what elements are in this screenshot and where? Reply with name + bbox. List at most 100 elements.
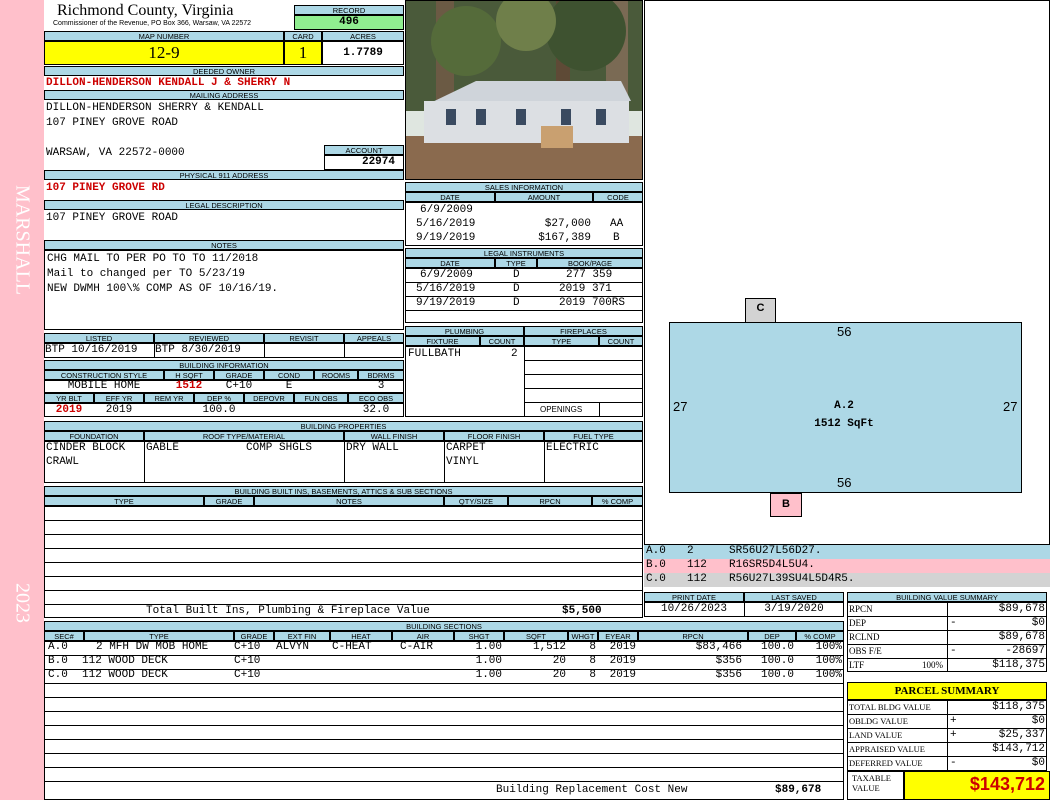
instrument-date: 9/19/2019 [416,297,476,309]
col-header: TYPE [44,496,204,506]
reviewed-header: REVIEWED [154,333,264,343]
sidebar: MARSHALL 2023 [0,0,44,800]
sale-date: 5/16/2019 [416,218,476,230]
parcel-value: $0 [1031,715,1045,727]
revisit-header: REVISIT [264,333,344,343]
parcel-value: $118,375 [992,701,1045,713]
mailing-line-3: WARSAW, VA 22572-0000 [46,147,185,159]
legend-num: 112 [687,559,707,571]
properties-header: BUILDING PROPERTIES [44,421,643,431]
dim-left: 27 [673,399,688,414]
legend-code: R16SR5D4L5U4. [729,559,815,571]
col-header: GRADE [204,496,254,506]
col-header: COUNT [480,336,524,346]
condition: E [285,380,293,392]
col-header: SEC# [44,631,84,641]
builtins-header: BUILDING BUILT INS, BASEMENTS, ATTICS & … [44,486,643,496]
instrument-book: 2019 371 [559,283,612,295]
acres-value: 1.7789 [322,41,404,65]
instrument-type: D [513,297,520,309]
summary-key: RPCN [849,604,873,614]
roof-material: COMP SHGLS [246,442,313,454]
summary-key: DEP [849,618,867,628]
instrument-date: 6/9/2009 [420,269,473,281]
col-header: COUNT [599,336,643,346]
summary-value: $89,678 [998,631,1045,643]
replacement-cost-label: Building Replacement Cost New [496,784,688,796]
col-header: FOUNDATION [44,431,144,441]
deck-c-label: C [756,302,765,314]
reviewed-value: BTP 8/30/2019 [155,344,241,356]
section-shgt: 1.00 [475,669,502,681]
col-header: AMOUNT [495,192,593,202]
taxable-value-text: $143,712 [969,774,1045,794]
parcel-key: OBLDG VALUE [849,716,908,726]
openings-label: OPENINGS [540,405,583,414]
section-comp: 100% [815,655,842,667]
section-whgt: 8 [589,655,596,667]
instrument-book: 2019 700RS [559,297,626,309]
section-dep: 100.0 [760,655,794,667]
year-built: 2019 [55,404,83,416]
deeded-owner: DILLON-HENDERSON KENDALL J & SHERRY N [46,77,291,89]
legend-row-a [644,545,1050,559]
section-sqft: 1512 SqFt [814,418,874,430]
sale-date: 6/9/2009 [420,204,473,216]
section-sec: C.0 [48,669,68,681]
section-rpcn: $356 [715,669,742,681]
sale-code: B [613,232,620,244]
sales-header: SALES INFORMATION [405,182,643,192]
section-heat: C-HEAT [332,641,372,653]
listed-value: BTP 10/16/2019 [45,344,138,356]
print-date: 10/26/2023 [660,603,727,615]
plumbing-fixture: FULLBATH [408,348,461,360]
col-header: DEP [748,631,796,641]
col-header: CODE [593,192,643,202]
economic-obs: 32.0 [362,404,390,416]
map-number-header: MAP NUMBER [44,31,284,41]
effective-year: 2019 [105,404,133,416]
print-date-header: PRINT DATE [644,592,744,602]
col-header: DEPOVR [244,393,294,403]
wall-finish: DRY WALL [346,442,399,454]
section-shgt: 1.00 [475,641,502,653]
section-whgt: 8 [589,669,596,681]
section-comp: 100% [815,641,842,653]
instruments-header: LEGAL INSTRUMENTS [405,248,643,258]
parcel-summary-header: PARCEL SUMMARY [847,682,1047,700]
card-value: 1 [284,41,322,65]
col-header: TYPE [84,631,234,641]
section-eyear: 2019 [609,655,636,667]
last-saved: 3/19/2020 [764,603,824,615]
parcel-key: DEFERRED VALUE [849,758,923,768]
section-rpcn: $83,466 [695,641,742,653]
sale-code: AA [610,218,624,230]
listed-header: LISTED [44,333,154,343]
parcel-value: $0 [1031,757,1045,769]
last-saved-header: LAST SAVED [744,592,844,602]
account-header: ACCOUNT [324,145,404,155]
summary-key: OBS F/E [849,646,882,656]
col-header: HEAT [330,631,392,641]
col-header: TYPE [495,258,537,268]
col-header: COND [264,370,314,380]
col-header: SQFT [504,631,568,641]
col-header: CONSTRUCTION STYLE [44,370,164,380]
year-label: 2023 [11,583,34,623]
construction-style: MOBILE HOME [67,380,141,392]
dim-bottom: 56 [837,475,852,490]
col-header: % COMP [796,631,844,641]
col-header: EXT FIN [274,631,330,641]
card-header: CARD [284,31,322,41]
col-header: GRADE [214,370,264,380]
instrument-book: 277 359 [566,269,613,281]
record-header: RECORD [294,5,404,15]
commissioner-address: Commissioner of the Revenue, PO Box 366,… [53,20,252,27]
section-comp: 100% [815,669,842,681]
legend-code: SR56U27L56D27. [729,545,822,557]
mailing-address-header: MAILING ADDRESS [44,90,404,100]
section-type: 112 WOOD DECK [82,669,168,681]
note-line: Mail to changed per TO 5/23/19 [47,268,246,280]
section-ext-fin: ALVYN [276,641,310,653]
summary-value: $89,678 [998,603,1045,615]
